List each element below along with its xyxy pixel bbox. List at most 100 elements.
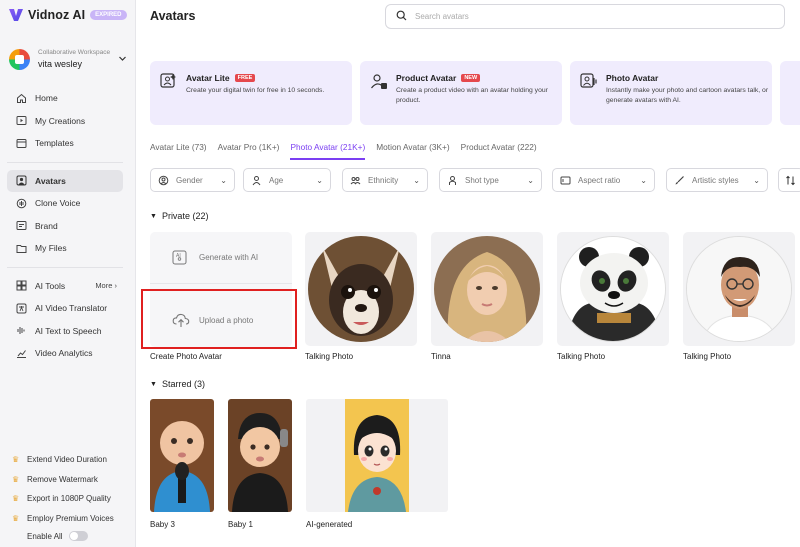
feature-card-partial[interactable] <box>780 61 800 125</box>
age-filter[interactable]: Age ⌄ <box>243 168 331 192</box>
ethnicity-filter[interactable]: Ethnicity ⌄ <box>342 168 428 192</box>
sidebar-item-avatars[interactable]: Avatars <box>7 169 123 192</box>
nav-main: Home My Creations Templates Avatars Clon… <box>7 87 123 365</box>
analytics-icon <box>16 348 27 359</box>
starred-caption: Baby 3 <box>150 520 175 529</box>
feature-card-avatar-lite[interactable]: Avatar Lite FREE Create your digital twin… <box>150 61 352 125</box>
enable-all-row: Enable All <box>27 531 88 541</box>
sidebar-item-ai-tools[interactable]: AI Tools More › <box>7 275 123 298</box>
upsell-item-export-1080p[interactable]: ♛ Export in 1080P Quality <box>12 489 130 509</box>
more-link[interactable]: More › <box>95 281 117 290</box>
starred-section-title: Starred (3) <box>161 379 205 389</box>
starred-caption: AI-generated <box>306 520 353 529</box>
crown-icon: ♛ <box>12 474 20 484</box>
sidebar-item-video-analytics[interactable]: Video Analytics <box>7 342 123 365</box>
starred-section-toggle[interactable]: ▼ Starred (3) <box>150 379 205 389</box>
workspace-switcher[interactable]: Collaborative Workspace vita wesley <box>9 45 127 73</box>
chevron-down-icon: ⌄ <box>316 175 323 185</box>
brush-icon <box>674 175 685 186</box>
age-icon <box>251 175 262 186</box>
enable-all-label: Enable All <box>27 531 63 541</box>
sidebar-item-label: My Files <box>35 243 67 254</box>
ai-generate-icon: AI <box>172 250 187 265</box>
sidebar-item-home[interactable]: Home <box>7 87 123 110</box>
new-tag: NEW <box>461 74 481 82</box>
sidebar-item-clone-voice[interactable]: Clone Voice <box>7 192 123 215</box>
sidebar-item-my-files[interactable]: My Files <box>7 237 123 260</box>
sidebar-item-label: Templates <box>35 138 74 149</box>
upload-highlight-box <box>141 289 297 349</box>
sidebar-item-label: AI Tools <box>35 280 66 291</box>
feature-card-product-avatar[interactable]: Product Avatar NEW Create a product video… <box>360 61 562 125</box>
sidebar-item-label: AI Video Translator <box>35 303 108 314</box>
card-title: Avatar Lite <box>186 73 230 83</box>
shot-type-filter[interactable]: Shot type ⌄ <box>439 168 542 192</box>
search-bar[interactable] <box>385 4 785 29</box>
aspect-ratio-icon <box>560 175 571 186</box>
create-photo-avatar-caption: Create Photo Avatar <box>150 352 222 361</box>
avatar-caption: Talking Photo <box>683 352 732 361</box>
sidebar-item-templates[interactable]: Templates <box>7 132 123 155</box>
sidebar-item-label: Avatars <box>35 175 66 186</box>
upsell-item-premium-voices[interactable]: ♛ Employ Premium Voices <box>12 509 130 529</box>
tab-avatar-lite[interactable]: Avatar Lite (73) <box>150 142 207 160</box>
sidebar-item-ai-video-translator[interactable]: AI Video Translator <box>7 297 123 320</box>
upsell-item-remove-watermark[interactable]: ♛ Remove Watermark <box>12 470 130 490</box>
translate-icon <box>16 303 27 314</box>
ai-tools-icon <box>16 280 27 291</box>
sidebar-item-brand[interactable]: Brand <box>7 215 123 238</box>
starred-item-ai-generated[interactable] <box>306 399 448 512</box>
caret-down-icon: ▼ <box>150 212 157 220</box>
shot-type-icon <box>447 175 458 186</box>
tab-photo-avatar[interactable]: Photo Avatar (21K+) <box>290 142 366 160</box>
brand-icon <box>16 220 27 231</box>
starred-item-baby-3[interactable] <box>150 399 214 512</box>
artistic-styles-filter[interactable]: Artistic styles ⌄ <box>666 168 768 192</box>
avatar-caption: Talking Photo <box>305 352 354 361</box>
avatar-image-man <box>686 236 792 342</box>
chevron-down-icon: ⌄ <box>527 175 534 185</box>
avatar-card-chihuahua[interactable] <box>305 232 417 346</box>
tts-icon <box>16 325 27 336</box>
sidebar-item-label: Video Analytics <box>35 348 93 359</box>
tab-motion-avatar[interactable]: Motion Avatar (3K+) <box>376 142 449 160</box>
card-description: Create your digital twin for free in 10 … <box>186 87 325 94</box>
avatar-image-chihuahua <box>308 236 414 342</box>
avatar-card-tinna[interactable] <box>431 232 543 346</box>
card-title: Product Avatar <box>396 73 457 83</box>
tab-product-avatar[interactable]: Product Avatar (222) <box>461 142 537 160</box>
page-title: Avatars <box>150 9 196 23</box>
card-title: Photo Avatar <box>606 73 659 83</box>
chevron-down-icon: ⌄ <box>640 175 647 185</box>
sidebar-item-label: AI Text to Speech <box>35 325 102 336</box>
templates-icon <box>16 138 27 149</box>
sidebar-item-ai-text-to-speech[interactable]: AI Text to Speech <box>7 320 123 343</box>
tab-avatar-pro[interactable]: Avatar Pro (1K+) <box>218 142 280 160</box>
avatar-card-man[interactable] <box>683 232 795 346</box>
upsell-item-extend-duration[interactable]: ♛ Extend Video Duration <box>12 450 130 470</box>
baby-1-image <box>228 399 292 512</box>
search-input[interactable] <box>415 12 765 21</box>
avatar-caption: Tinna <box>431 352 451 361</box>
chevron-down-icon: ⌄ <box>413 175 420 185</box>
divider <box>7 161 123 163</box>
baby-3-image <box>150 399 214 512</box>
enable-all-toggle[interactable] <box>68 531 88 541</box>
sort-button[interactable] <box>778 168 800 192</box>
home-icon <box>16 93 27 104</box>
avatar-image-panda <box>560 236 666 342</box>
generate-with-ai-button[interactable]: AI Generate with AI <box>150 232 292 284</box>
play-square-icon <box>16 115 27 126</box>
folder-icon <box>16 243 27 254</box>
avatar-card-panda[interactable] <box>557 232 669 346</box>
crown-icon: ♛ <box>12 494 20 504</box>
starred-item-baby-1[interactable] <box>228 399 292 512</box>
logo[interactable]: Vidnoz AI EXPIRED <box>8 7 127 23</box>
aspect-ratio-filter[interactable]: Aspect ratio ⌄ <box>552 168 655 192</box>
avatar-icon <box>16 175 27 186</box>
feature-card-photo-avatar[interactable]: Photo Avatar Instantly make your photo a… <box>570 61 772 125</box>
private-section-toggle[interactable]: ▼ Private (22) <box>150 211 208 221</box>
sidebar-item-my-creations[interactable]: My Creations <box>7 110 123 133</box>
gender-filter[interactable]: Gender ⌄ <box>150 168 235 192</box>
avatar-caption: Talking Photo <box>557 352 606 361</box>
